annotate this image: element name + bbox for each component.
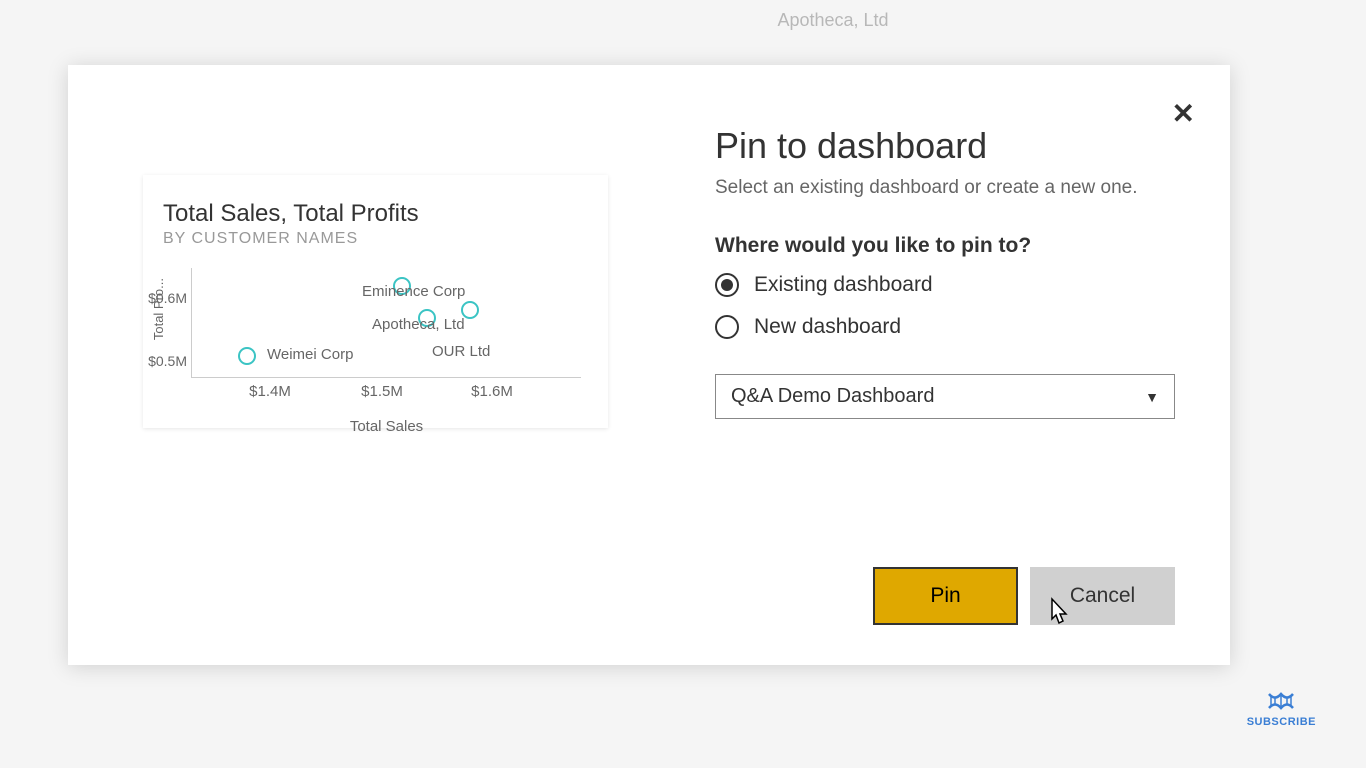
radio-group: Existing dashboard New dashboard [715, 273, 1175, 339]
radio-label-existing: Existing dashboard [754, 273, 933, 297]
dna-icon [1265, 690, 1297, 712]
radio-unselected-icon [715, 315, 739, 339]
radio-option-new[interactable]: New dashboard [715, 315, 1175, 339]
scatter-chart: Total Pro... $0.6M $0.5M $1.4M $1.5M $1.… [163, 268, 588, 408]
data-label-weimei: Weimei Corp [267, 346, 353, 363]
chart-subtitle: BY CUSTOMER NAMES [163, 230, 588, 248]
data-label-apotheca: Apotheca, Ltd [372, 316, 465, 333]
data-point-our [461, 301, 479, 319]
subscribe-badge[interactable]: SUBSCRIBE [1247, 690, 1316, 728]
dialog-title: Pin to dashboard [715, 125, 1175, 167]
pin-button[interactable]: Pin [873, 567, 1018, 625]
button-row: Pin Cancel [873, 567, 1175, 625]
radio-option-existing[interactable]: Existing dashboard [715, 273, 1175, 297]
cancel-button[interactable]: Cancel [1030, 567, 1175, 625]
data-point-weimei [238, 347, 256, 365]
y-axis-label: Total Pro... [151, 278, 166, 340]
x-tick: $1.4M [249, 383, 291, 400]
dashboard-select-dropdown[interactable]: Q&A Demo Dashboard ▼ [715, 374, 1175, 419]
pin-to-dashboard-modal: Total Sales, Total Profits BY CUSTOMER N… [68, 65, 1230, 665]
close-icon[interactable]: ✕ [1172, 100, 1195, 128]
y-tick: $0.6M [142, 290, 187, 306]
radio-selected-icon [715, 273, 739, 297]
question-label: Where would you like to pin to? [715, 234, 1175, 258]
modal-form-pane: ✕ Pin to dashboard Select an existing da… [665, 65, 1230, 665]
chart-preview-tile: Total Sales, Total Profits BY CUSTOMER N… [143, 175, 608, 428]
y-tick: $0.5M [142, 353, 187, 369]
modal-preview-pane: Total Sales, Total Profits BY CUSTOMER N… [68, 65, 665, 665]
background-context-text: Apotheca, Ltd [777, 10, 888, 31]
chart-title: Total Sales, Total Profits [163, 200, 588, 228]
x-axis-label: Total Sales [350, 418, 423, 435]
x-tick: $1.5M [361, 383, 403, 400]
chevron-down-icon: ▼ [1145, 389, 1159, 405]
subscribe-text: SUBSCRIBE [1247, 716, 1316, 728]
dialog-subtitle: Select an existing dashboard or create a… [715, 177, 1175, 199]
data-label-our: OUR Ltd [432, 343, 490, 360]
plot-area: $0.6M $0.5M $1.4M $1.5M $1.6M Total Sale… [191, 268, 581, 378]
radio-label-new: New dashboard [754, 315, 901, 339]
dropdown-selected-value: Q&A Demo Dashboard [731, 385, 934, 408]
data-label-eminence: Eminence Corp [362, 283, 465, 300]
x-tick: $1.6M [471, 383, 513, 400]
